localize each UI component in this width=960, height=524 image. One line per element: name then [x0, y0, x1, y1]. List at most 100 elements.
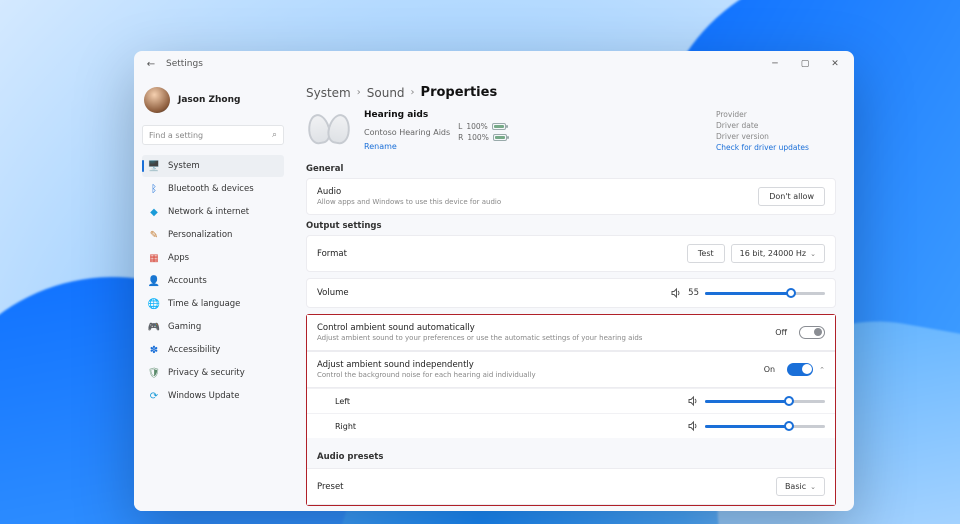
chevron-right-icon: ›	[411, 87, 415, 98]
speaker-icon	[670, 287, 682, 299]
volume-value: 55	[688, 288, 699, 298]
sidebar-item-label: System	[168, 161, 200, 171]
windows-update-icon: ⟳	[148, 390, 160, 402]
ambient-right-row: Right	[307, 413, 835, 438]
right-pct: 100%	[467, 133, 488, 142]
sidebar-item-network-internet[interactable]: ◆Network & internet	[142, 201, 284, 223]
preset-value: Basic	[785, 482, 806, 491]
ambient-indep-state: On	[764, 365, 775, 374]
minimize-button[interactable]: ─	[760, 52, 790, 76]
check-driver-updates-link[interactable]: Check for driver updates	[716, 143, 836, 152]
main-content: System › Sound › Properties Hearing aids…	[292, 77, 854, 511]
test-button[interactable]: Test	[687, 244, 725, 263]
sidebar-item-windows-update[interactable]: ⟳Windows Update	[142, 385, 284, 407]
audio-title: Audio	[317, 187, 501, 197]
settings-window: ← Settings ─ ▢ ✕ Jason Zhong Find a sett…	[134, 51, 854, 511]
network-internet-icon: ◆	[148, 206, 160, 218]
window-title: Settings	[166, 59, 203, 69]
close-button[interactable]: ✕	[820, 52, 850, 76]
crumb-system[interactable]: System	[306, 86, 351, 100]
sidebar-item-gaming[interactable]: 🎮 Gaming	[142, 316, 284, 338]
volume-card: Volume 55	[306, 278, 836, 308]
sidebar-item-system[interactable]: 🖥️ System	[142, 155, 284, 177]
avatar	[144, 87, 170, 113]
sidebar: Jason Zhong Find a setting ⌕ 🖥️ System ᛒ Bl…	[134, 77, 292, 511]
volume-title: Volume	[317, 288, 349, 298]
bluetooth-devices-icon: ᛒ	[148, 183, 160, 195]
sidebar-item-label: Apps	[168, 253, 189, 263]
format-title: Format	[317, 249, 347, 259]
time-language-icon: 🌐	[148, 298, 160, 310]
profile-name: Jason Zhong	[178, 95, 240, 105]
sidebar-item-bluetooth-devices[interactable]: ᛒ Bluetooth & devices	[142, 178, 284, 200]
privacy-security-icon: 🛡	[148, 367, 160, 379]
maximize-button[interactable]: ▢	[790, 52, 820, 76]
section-audio-presets: Audio presets	[307, 446, 835, 464]
format-card: Format Test 16 bit, 24000 Hz ⌄	[306, 235, 836, 272]
accounts-icon: 👤	[148, 275, 160, 287]
system-icon: 🖥️	[148, 160, 160, 172]
chevron-down-icon: ⌄	[810, 483, 816, 491]
section-general: General	[306, 164, 836, 174]
ambient-auto-toggle[interactable]	[799, 326, 825, 339]
sidebar-item-apps[interactable]: ▦Apps	[142, 247, 284, 269]
gaming-icon: 🎮	[148, 321, 160, 333]
sidebar-item-time-language[interactable]: 🌐Time & language	[142, 293, 284, 315]
sidebar-item-label: Bluetooth & devices	[168, 184, 254, 194]
driver-version-label: Driver version	[716, 132, 836, 141]
titlebar: ← Settings ─ ▢ ✕	[134, 51, 854, 77]
ambient-indep-title: Adjust ambient sound independently	[317, 360, 536, 370]
sidebar-item-label: Accessibility	[168, 345, 220, 355]
sidebar-item-privacy-security[interactable]: 🛡Privacy & security	[142, 362, 284, 384]
back-button[interactable]: ←	[144, 59, 158, 70]
rename-link[interactable]: Rename	[364, 142, 704, 151]
speaker-icon	[687, 395, 699, 407]
sidebar-item-accessibility[interactable]: ✽Accessibility	[142, 339, 284, 361]
audio-sub: Allow apps and Windows to use this devic…	[317, 198, 501, 206]
dont-allow-button[interactable]: Don't allow	[758, 187, 825, 206]
sidebar-item-personalization[interactable]: ✎ Personalization	[142, 224, 284, 246]
ambient-auto-title: Control ambient sound automatically	[317, 323, 642, 333]
left-label: L	[458, 122, 462, 131]
chevron-right-icon: ›	[357, 87, 361, 98]
search-placeholder: Find a setting	[149, 131, 203, 140]
format-select[interactable]: 16 bit, 24000 Hz ⌄	[731, 244, 825, 263]
sidebar-item-label: Personalization	[168, 230, 232, 240]
chevron-down-icon: ⌄	[810, 250, 816, 258]
driver-date-label: Driver date	[716, 121, 836, 130]
preset-select[interactable]: Basic ⌄	[776, 477, 825, 496]
section-output: Output settings	[306, 221, 836, 231]
ambient-auto-sub: Adjust ambient sound to your preferences…	[317, 334, 642, 342]
ambient-right-slider[interactable]	[705, 425, 825, 428]
ambient-left-slider[interactable]	[705, 400, 825, 403]
ambient-right-label: Right	[335, 422, 356, 431]
ambient-left-label: Left	[335, 397, 350, 406]
ambient-indep-sub: Control the background noise for each he…	[317, 371, 536, 379]
search-input[interactable]: Find a setting ⌕	[142, 125, 284, 145]
sidebar-item-label: Gaming	[168, 322, 201, 332]
profile[interactable]: Jason Zhong	[142, 83, 284, 121]
device-header: Hearing aids Contoso Hearing Aids L 100%…	[306, 110, 836, 152]
chevron-up-icon[interactable]: ⌃	[819, 366, 825, 374]
ambient-auto-state: Off	[775, 328, 787, 337]
format-value: 16 bit, 24000 Hz	[740, 249, 806, 258]
ambient-indep-toggle[interactable]	[787, 363, 813, 376]
personalization-icon: ✎	[148, 229, 160, 241]
preset-title: Preset	[317, 482, 344, 492]
provider-label: Provider	[716, 110, 836, 119]
battery-icon	[492, 123, 506, 130]
driver-meta: Provider Driver date Driver version Chec…	[716, 110, 836, 152]
crumb-sound[interactable]: Sound	[367, 86, 405, 100]
sidebar-item-accounts[interactable]: 👤 Accounts	[142, 270, 284, 292]
volume-slider[interactable]	[705, 292, 825, 295]
audio-allow-card: Audio Allow apps and Windows to use this…	[306, 178, 836, 215]
speaker-icon	[687, 420, 699, 432]
sidebar-item-label: Accounts	[168, 276, 207, 286]
ambient-left-row: Left	[307, 388, 835, 413]
ambient-auto-card: Control ambient sound automatically Adju…	[307, 315, 835, 351]
left-pct: 100%	[466, 122, 487, 131]
device-manufacturer: Contoso Hearing Aids	[364, 128, 450, 137]
nav: 🖥️ System ᛒ Bluetooth & devices ◆Network & i…	[142, 155, 284, 407]
highlighted-region: Control ambient sound automatically Adju…	[306, 314, 836, 506]
crumb-current: Properties	[421, 85, 498, 100]
